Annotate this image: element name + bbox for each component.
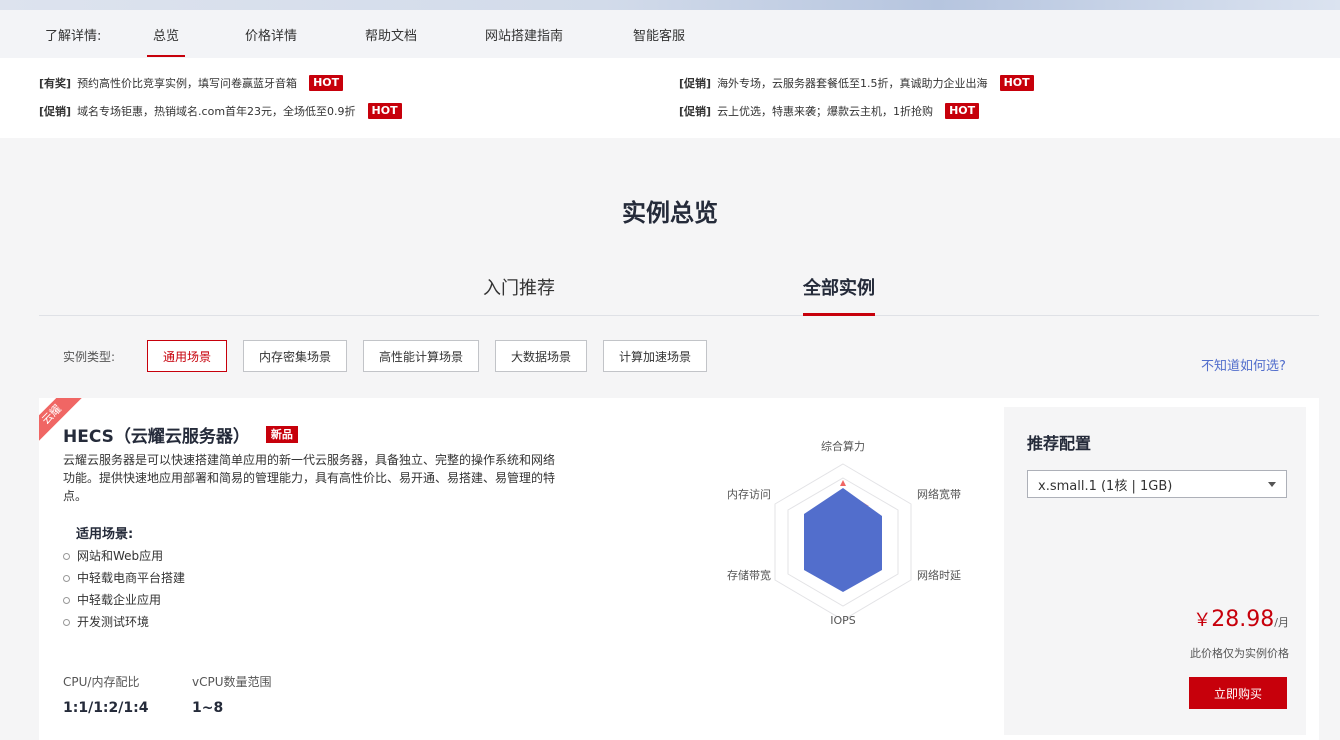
spec-value: 1:1/1:2/1:4	[63, 700, 149, 716]
radar-peak-marker	[840, 480, 846, 486]
spec-key: vCPU数量范围	[192, 675, 272, 689]
price-currency: ￥	[1193, 610, 1212, 631]
radar-axis-label: 网络宽带	[917, 487, 961, 501]
tab-recommended[interactable]: 入门推荐	[483, 274, 555, 300]
promo-text: 云上优选，特惠来袭；爆款云主机，1折抢购	[717, 105, 934, 118]
price-value: 28.98	[1211, 607, 1275, 632]
promo-tag: [促销]	[39, 105, 72, 118]
nav-item-pricing[interactable]: 价格详情	[245, 25, 297, 44]
spec-ratio: CPU/内存配比 1:1/1:2/1:4	[63, 673, 148, 716]
filter-bigdata[interactable]: 大数据场景	[495, 340, 587, 372]
hot-badge: HOT	[309, 75, 344, 91]
top-banner-strip	[0, 0, 1340, 10]
tab-all-instances[interactable]: 全部实例	[803, 274, 875, 316]
price-unit: /月	[1274, 616, 1289, 629]
nav-item-site-guide[interactable]: 网站搭建指南	[485, 25, 563, 44]
help-choose-link[interactable]: 不知道如何选?	[1201, 355, 1286, 374]
price-display: ￥28.98/月	[1193, 606, 1289, 632]
config-select-value: x.small.1 (1核 | 1GB)	[1038, 478, 1173, 494]
scene-title: 适用场景:	[76, 527, 134, 542]
nav-item-docs[interactable]: 帮助文档	[365, 25, 417, 44]
filter-accelerated[interactable]: 计算加速场景	[603, 340, 707, 372]
filter-hpc[interactable]: 高性能计算场景	[363, 340, 479, 372]
list-item: 中轻载企业应用	[63, 589, 185, 611]
instance-card: 云耀 HECS（云耀云服务器） 新品 云耀云服务器是可以快速搭建简单应用的新一代…	[39, 398, 1319, 740]
detail-nav: 了解详情: 总览 价格详情 帮助文档 网站搭建指南 智能客服	[0, 10, 1340, 58]
nav-item-support[interactable]: 智能客服	[633, 25, 685, 44]
radar-axis-label: IOPS	[830, 614, 856, 627]
scene-list: 网站和Web应用 中轻载电商平台搭建 中轻载企业应用 开发测试环境	[63, 545, 185, 633]
promo-tag: [促销]	[679, 105, 712, 118]
promo-panel: [有奖] 预约高性价比竞享实例，填写问卷赢蓝牙音箱 HOT [促销] 海外专场，…	[0, 58, 1340, 138]
instance-tabs: 入门推荐 全部实例	[39, 258, 1319, 316]
filter-label: 实例类型:	[63, 350, 116, 364]
promo-item[interactable]: [促销] 海外专场，云服务器套餐低至1.5折，真诚助力企业出海 HOT	[679, 75, 1034, 91]
card-title-text: HECS（云耀云服务器）	[63, 427, 250, 447]
filter-memory[interactable]: 内存密集场景	[243, 340, 347, 372]
radar-area	[804, 488, 882, 592]
promo-text: 海外专场，云服务器套餐低至1.5折，真诚助力企业出海	[717, 77, 988, 90]
chevron-down-icon	[1268, 482, 1276, 487]
promo-tag: [有奖]	[39, 77, 72, 90]
promo-item[interactable]: [促销] 域名专场钜惠，热销域名.com首年23元，全场低至0.9折 HOT	[39, 103, 402, 119]
filter-general[interactable]: 通用场景	[147, 340, 227, 372]
price-note: 此价格仅为实例价格	[1190, 647, 1289, 660]
hot-badge: HOT	[999, 75, 1034, 91]
radar-axis-label: 存储带宽	[727, 568, 771, 582]
hot-badge: HOT	[945, 103, 980, 119]
performance-radar-chart: 综合算力 网络宽带 网络时延 IOPS 存储带宽 内存访问	[727, 439, 961, 627]
spec-vcpu: vCPU数量范围 1~8	[192, 673, 272, 716]
nav-label: 了解详情:	[45, 29, 102, 44]
nav-item-overview[interactable]: 总览	[146, 25, 186, 57]
list-item: 开发测试环境	[63, 611, 185, 633]
buy-now-button[interactable]: 立即购买	[1189, 677, 1287, 709]
list-item: 网站和Web应用	[63, 545, 185, 567]
list-item: 中轻载电商平台搭建	[63, 567, 185, 589]
radar-axis-label: 综合算力	[821, 439, 865, 453]
promo-item[interactable]: [有奖] 预约高性价比竞享实例，填写问卷赢蓝牙音箱 HOT	[39, 75, 344, 91]
config-select[interactable]: x.small.1 (1核 | 1GB)	[1027, 470, 1287, 498]
card-title: HECS（云耀云服务器） 新品	[63, 422, 298, 447]
spec-key: CPU/内存配比	[63, 675, 140, 689]
radar-axis-label: 网络时延	[917, 568, 961, 582]
promo-tag: [促销]	[679, 77, 712, 90]
hot-badge: HOT	[367, 103, 402, 119]
spec-value: 1~8	[192, 700, 224, 716]
card-description: 云耀云服务器是可以快速搭建简单应用的新一代云服务器，具备独立、完整的操作系统和网…	[63, 453, 556, 503]
section-title: 实例总览	[622, 199, 718, 227]
recommend-title: 推荐配置	[1027, 434, 1092, 453]
radar-axis-label: 内存访问	[727, 487, 771, 501]
recommend-panel: 推荐配置 x.small.1 (1核 | 1GB) ￥28.98/月 此价格仅为…	[1004, 407, 1306, 735]
new-badge: 新品	[265, 426, 298, 443]
promo-text: 预约高性价比竞享实例，填写问卷赢蓝牙音箱	[77, 77, 298, 90]
promo-item[interactable]: [促销] 云上优选，特惠来袭；爆款云主机，1折抢购 HOT	[679, 103, 980, 119]
promo-text: 域名专场钜惠，热销域名.com首年23元，全场低至0.9折	[77, 105, 356, 118]
